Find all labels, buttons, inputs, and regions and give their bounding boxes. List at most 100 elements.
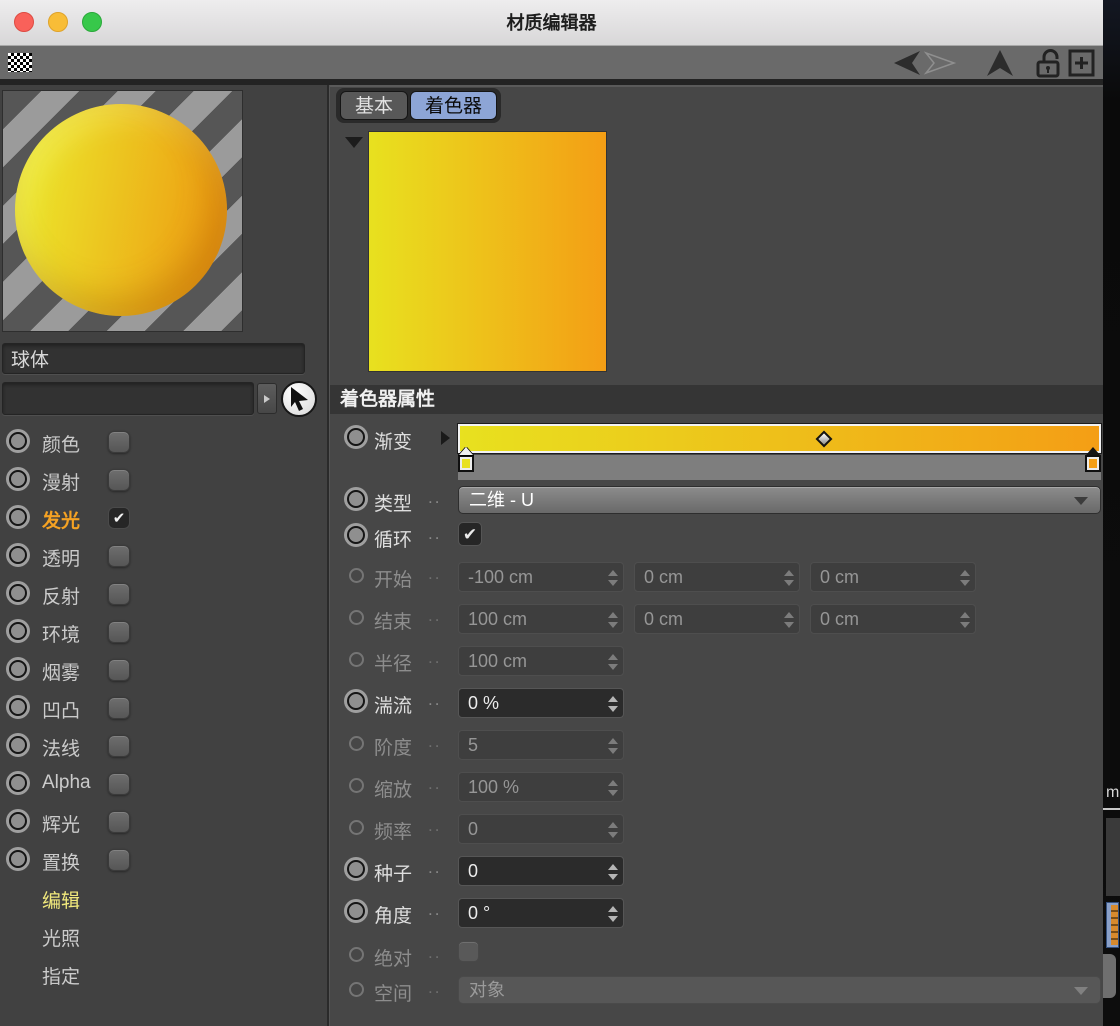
prop-radio-angle[interactable] <box>347 902 365 920</box>
sidebar-item-illumination[interactable]: 光照 <box>0 917 327 955</box>
channel-row-glow[interactable]: 辉光 <box>0 803 327 841</box>
channel-radio-alpha[interactable] <box>9 774 27 792</box>
channel-row-fog[interactable]: 烟雾 <box>0 651 327 689</box>
tab-shader[interactable]: 着色器 <box>410 91 498 120</box>
channel-row-transparency[interactable]: 透明 <box>0 537 327 575</box>
material-preview[interactable] <box>2 90 243 332</box>
sidebar-item-assign[interactable]: 指定 <box>0 955 327 993</box>
channel-checkbox-displacement[interactable] <box>108 849 130 871</box>
channel-radio-environment[interactable] <box>9 622 27 640</box>
lock-open-icon[interactable] <box>1034 48 1064 79</box>
prop-radio-turbulence[interactable] <box>347 692 365 710</box>
collapse-triangle-icon[interactable] <box>345 137 363 148</box>
prop-radio-gradient[interactable] <box>347 428 365 446</box>
prop-radio-scale[interactable] <box>349 778 364 793</box>
dither-preview-icon[interactable] <box>8 53 32 72</box>
tab-basic[interactable]: 基本 <box>340 91 409 120</box>
material-name-input[interactable] <box>2 343 305 374</box>
shader-preview[interactable] <box>368 131 607 372</box>
channel-radio-transparency[interactable] <box>9 546 27 564</box>
history-back-forward-icons[interactable] <box>888 49 964 77</box>
prop-input-end-0[interactable]: 100 cm <box>458 604 624 634</box>
channel-checkbox-reflectance[interactable] <box>108 583 130 605</box>
prop-radio-seed[interactable] <box>347 860 365 878</box>
channel-row-environment[interactable]: 环境 <box>0 613 327 651</box>
prop-radio-start[interactable] <box>349 568 364 583</box>
prop-radio-frequency[interactable] <box>349 820 364 835</box>
stepper-icon[interactable] <box>782 568 794 588</box>
stepper-icon[interactable] <box>958 610 970 630</box>
stepper-icon[interactable] <box>606 610 618 630</box>
stepper-icon[interactable] <box>958 568 970 588</box>
prop-input-start-0[interactable]: -100 cm <box>458 562 624 592</box>
prop-input-turbulence-0[interactable]: 0 % <box>458 688 624 718</box>
channel-radio-reflectance[interactable] <box>9 584 27 602</box>
prop-input-angle-0[interactable]: 0 ° <box>458 898 624 928</box>
gradient-knot-start[interactable] <box>457 447 475 472</box>
prop-radio-absolute[interactable] <box>349 947 364 962</box>
channel-checkbox-alpha[interactable] <box>108 773 130 795</box>
prop-input-end-2[interactable]: 0 cm <box>810 604 976 634</box>
channel-row-diffusion[interactable]: 漫射 <box>0 461 327 499</box>
sidebar-item-edit[interactable]: 编辑 <box>0 879 327 917</box>
prop-input-seed-0[interactable]: 0 <box>458 856 624 886</box>
expand-arrow-icon[interactable] <box>441 431 450 445</box>
channel-row-alpha[interactable]: Alpha <box>0 765 327 803</box>
prop-checkbox-cycle[interactable]: ✔ <box>458 522 482 546</box>
channel-radio-glow[interactable] <box>9 812 27 830</box>
channel-radio-normal[interactable] <box>9 736 27 754</box>
stepper-icon[interactable] <box>606 862 618 882</box>
add-window-icon[interactable] <box>1067 48 1097 79</box>
prop-radio-type[interactable] <box>347 490 365 508</box>
prop-radio-radius[interactable] <box>349 652 364 667</box>
channel-checkbox-luminance[interactable]: ✔ <box>108 507 130 529</box>
prop-input-scale-0[interactable]: 100 % <box>458 772 624 802</box>
channel-radio-diffusion[interactable] <box>9 470 27 488</box>
channel-radio-color[interactable] <box>9 432 27 450</box>
prop-input-frequency-0[interactable]: 0 <box>458 814 624 844</box>
stepper-icon[interactable] <box>606 568 618 588</box>
channel-checkbox-environment[interactable] <box>108 621 130 643</box>
channel-row-luminance[interactable]: 发光 ✔ <box>0 499 327 537</box>
channel-row-reflectance[interactable]: 反射 <box>0 575 327 613</box>
channel-checkbox-fog[interactable] <box>108 659 130 681</box>
channel-checkbox-glow[interactable] <box>108 811 130 833</box>
prop-radio-space[interactable] <box>349 982 364 997</box>
prop-input-radius-0[interactable]: 100 cm <box>458 646 624 676</box>
gradient-bar[interactable] <box>457 423 1102 454</box>
search-input[interactable] <box>2 382 254 415</box>
prop-dropdown-type[interactable]: 二维 - U <box>458 486 1101 514</box>
channel-checkbox-normal[interactable] <box>108 735 130 757</box>
prop-input-octaves-0[interactable]: 5 <box>458 730 624 760</box>
prop-input-end-1[interactable]: 0 cm <box>634 604 800 634</box>
channel-row-color[interactable]: 颜色 <box>0 423 327 461</box>
prop-input-start-2[interactable]: 0 cm <box>810 562 976 592</box>
channel-radio-luminance[interactable] <box>9 508 27 526</box>
search-expand-button[interactable] <box>257 383 277 414</box>
channel-checkbox-transparency[interactable] <box>108 545 130 567</box>
stepper-icon[interactable] <box>606 904 618 924</box>
channel-row-normal[interactable]: 法线 <box>0 727 327 765</box>
channel-radio-displacement[interactable] <box>9 850 27 868</box>
stepper-icon[interactable] <box>606 736 618 756</box>
stepper-icon[interactable] <box>606 778 618 798</box>
channel-row-displacement[interactable]: 置换 <box>0 841 327 879</box>
prop-radio-octaves[interactable] <box>349 736 364 751</box>
prop-input-start-1[interactable]: 0 cm <box>634 562 800 592</box>
stepper-icon[interactable] <box>782 610 794 630</box>
channel-row-bump[interactable]: 凹凸 <box>0 689 327 727</box>
pick-cursor-button[interactable] <box>281 381 317 417</box>
gradient-knot-end[interactable] <box>1084 447 1102 472</box>
prop-dropdown-space[interactable]: 对象 <box>458 976 1101 1004</box>
channel-checkbox-bump[interactable] <box>108 697 130 719</box>
stepper-icon[interactable] <box>606 652 618 672</box>
channel-radio-fog[interactable] <box>9 660 27 678</box>
channel-checkbox-diffusion[interactable] <box>108 469 130 491</box>
stepper-icon[interactable] <box>606 820 618 840</box>
prop-radio-end[interactable] <box>349 610 364 625</box>
prop-radio-cycle[interactable] <box>347 526 365 544</box>
channel-checkbox-color[interactable] <box>108 431 130 453</box>
gradient-midpoint-knot[interactable] <box>815 430 833 447</box>
nav-up-icon[interactable] <box>984 49 1016 77</box>
stepper-icon[interactable] <box>606 694 618 714</box>
